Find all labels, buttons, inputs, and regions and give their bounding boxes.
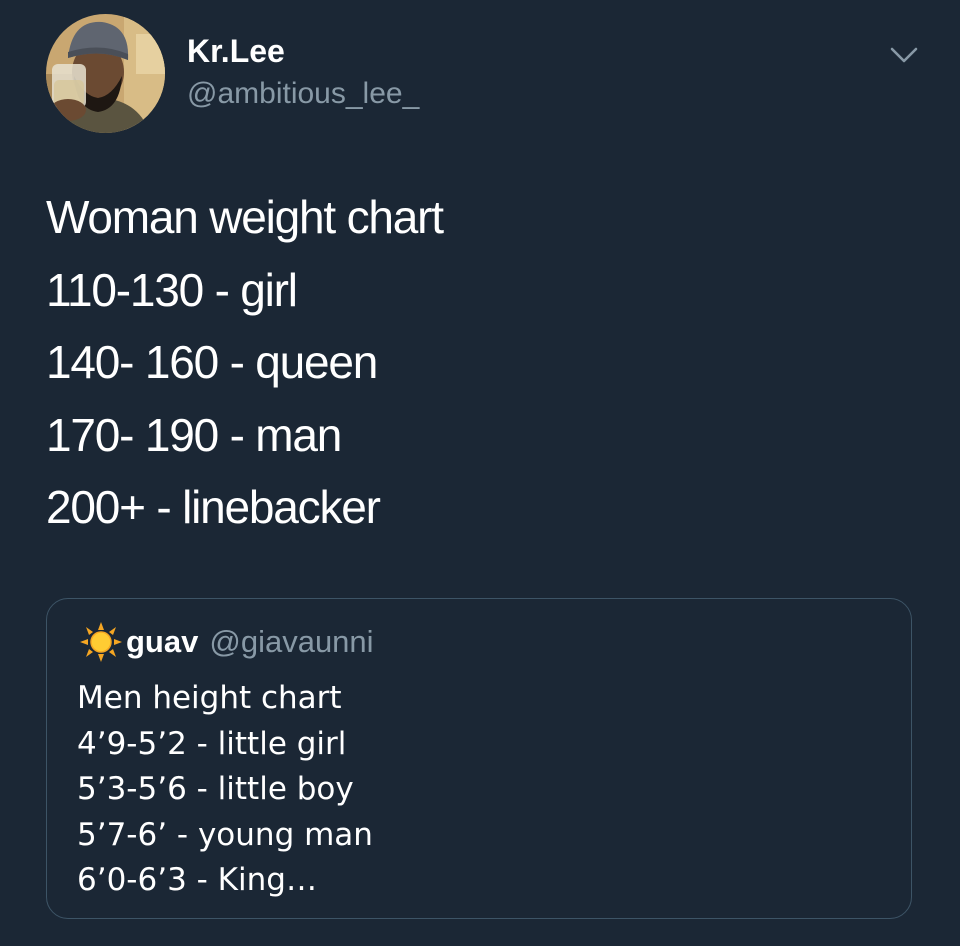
quoted-text-line: 4’9-5’2 - little girl — [77, 725, 347, 762]
quoted-text-line: 6’0-6’3 - King… — [77, 862, 317, 898]
author-display-name[interactable]: Kr.Lee — [187, 31, 285, 71]
tweet-text: Woman weight chart 110-130 - girl 140- 1… — [46, 181, 906, 544]
tweet-text-line: Woman weight chart — [46, 191, 444, 243]
quoted-tweet-card[interactable]: guav @giavaunni Men height chart 4’9-5’2… — [46, 598, 912, 919]
quoted-text-line: 5’7-6’ - young man — [77, 816, 373, 853]
quoted-text-line: Men height chart — [77, 680, 342, 716]
tweet-text-line: 140- 160 - queen — [46, 336, 378, 388]
quoted-author-name: guav — [126, 624, 199, 659]
author-avatar[interactable] — [46, 14, 165, 133]
chevron-down-icon — [890, 47, 918, 63]
author-handle[interactable]: @ambitious_lee_ — [187, 75, 419, 113]
tweet-text-line: 110-130 - girl — [46, 263, 298, 316]
avatar-photo — [46, 14, 165, 133]
quoted-text-line: 5’3-5’6 - little boy — [77, 771, 354, 807]
tweet-text-line: 170- 190 - man — [46, 408, 342, 461]
sun-icon — [80, 622, 122, 662]
more-options-button[interactable] — [886, 40, 922, 70]
quoted-author-handle: @giavaunni — [209, 624, 374, 659]
quoted-tweet-header: guav @giavaunni — [79, 621, 374, 663]
quoted-tweet-text: Men height chart 4’9-5’2 - little girl 5… — [77, 676, 373, 904]
tweet-text-line: 200+ - linebacker — [46, 481, 381, 533]
